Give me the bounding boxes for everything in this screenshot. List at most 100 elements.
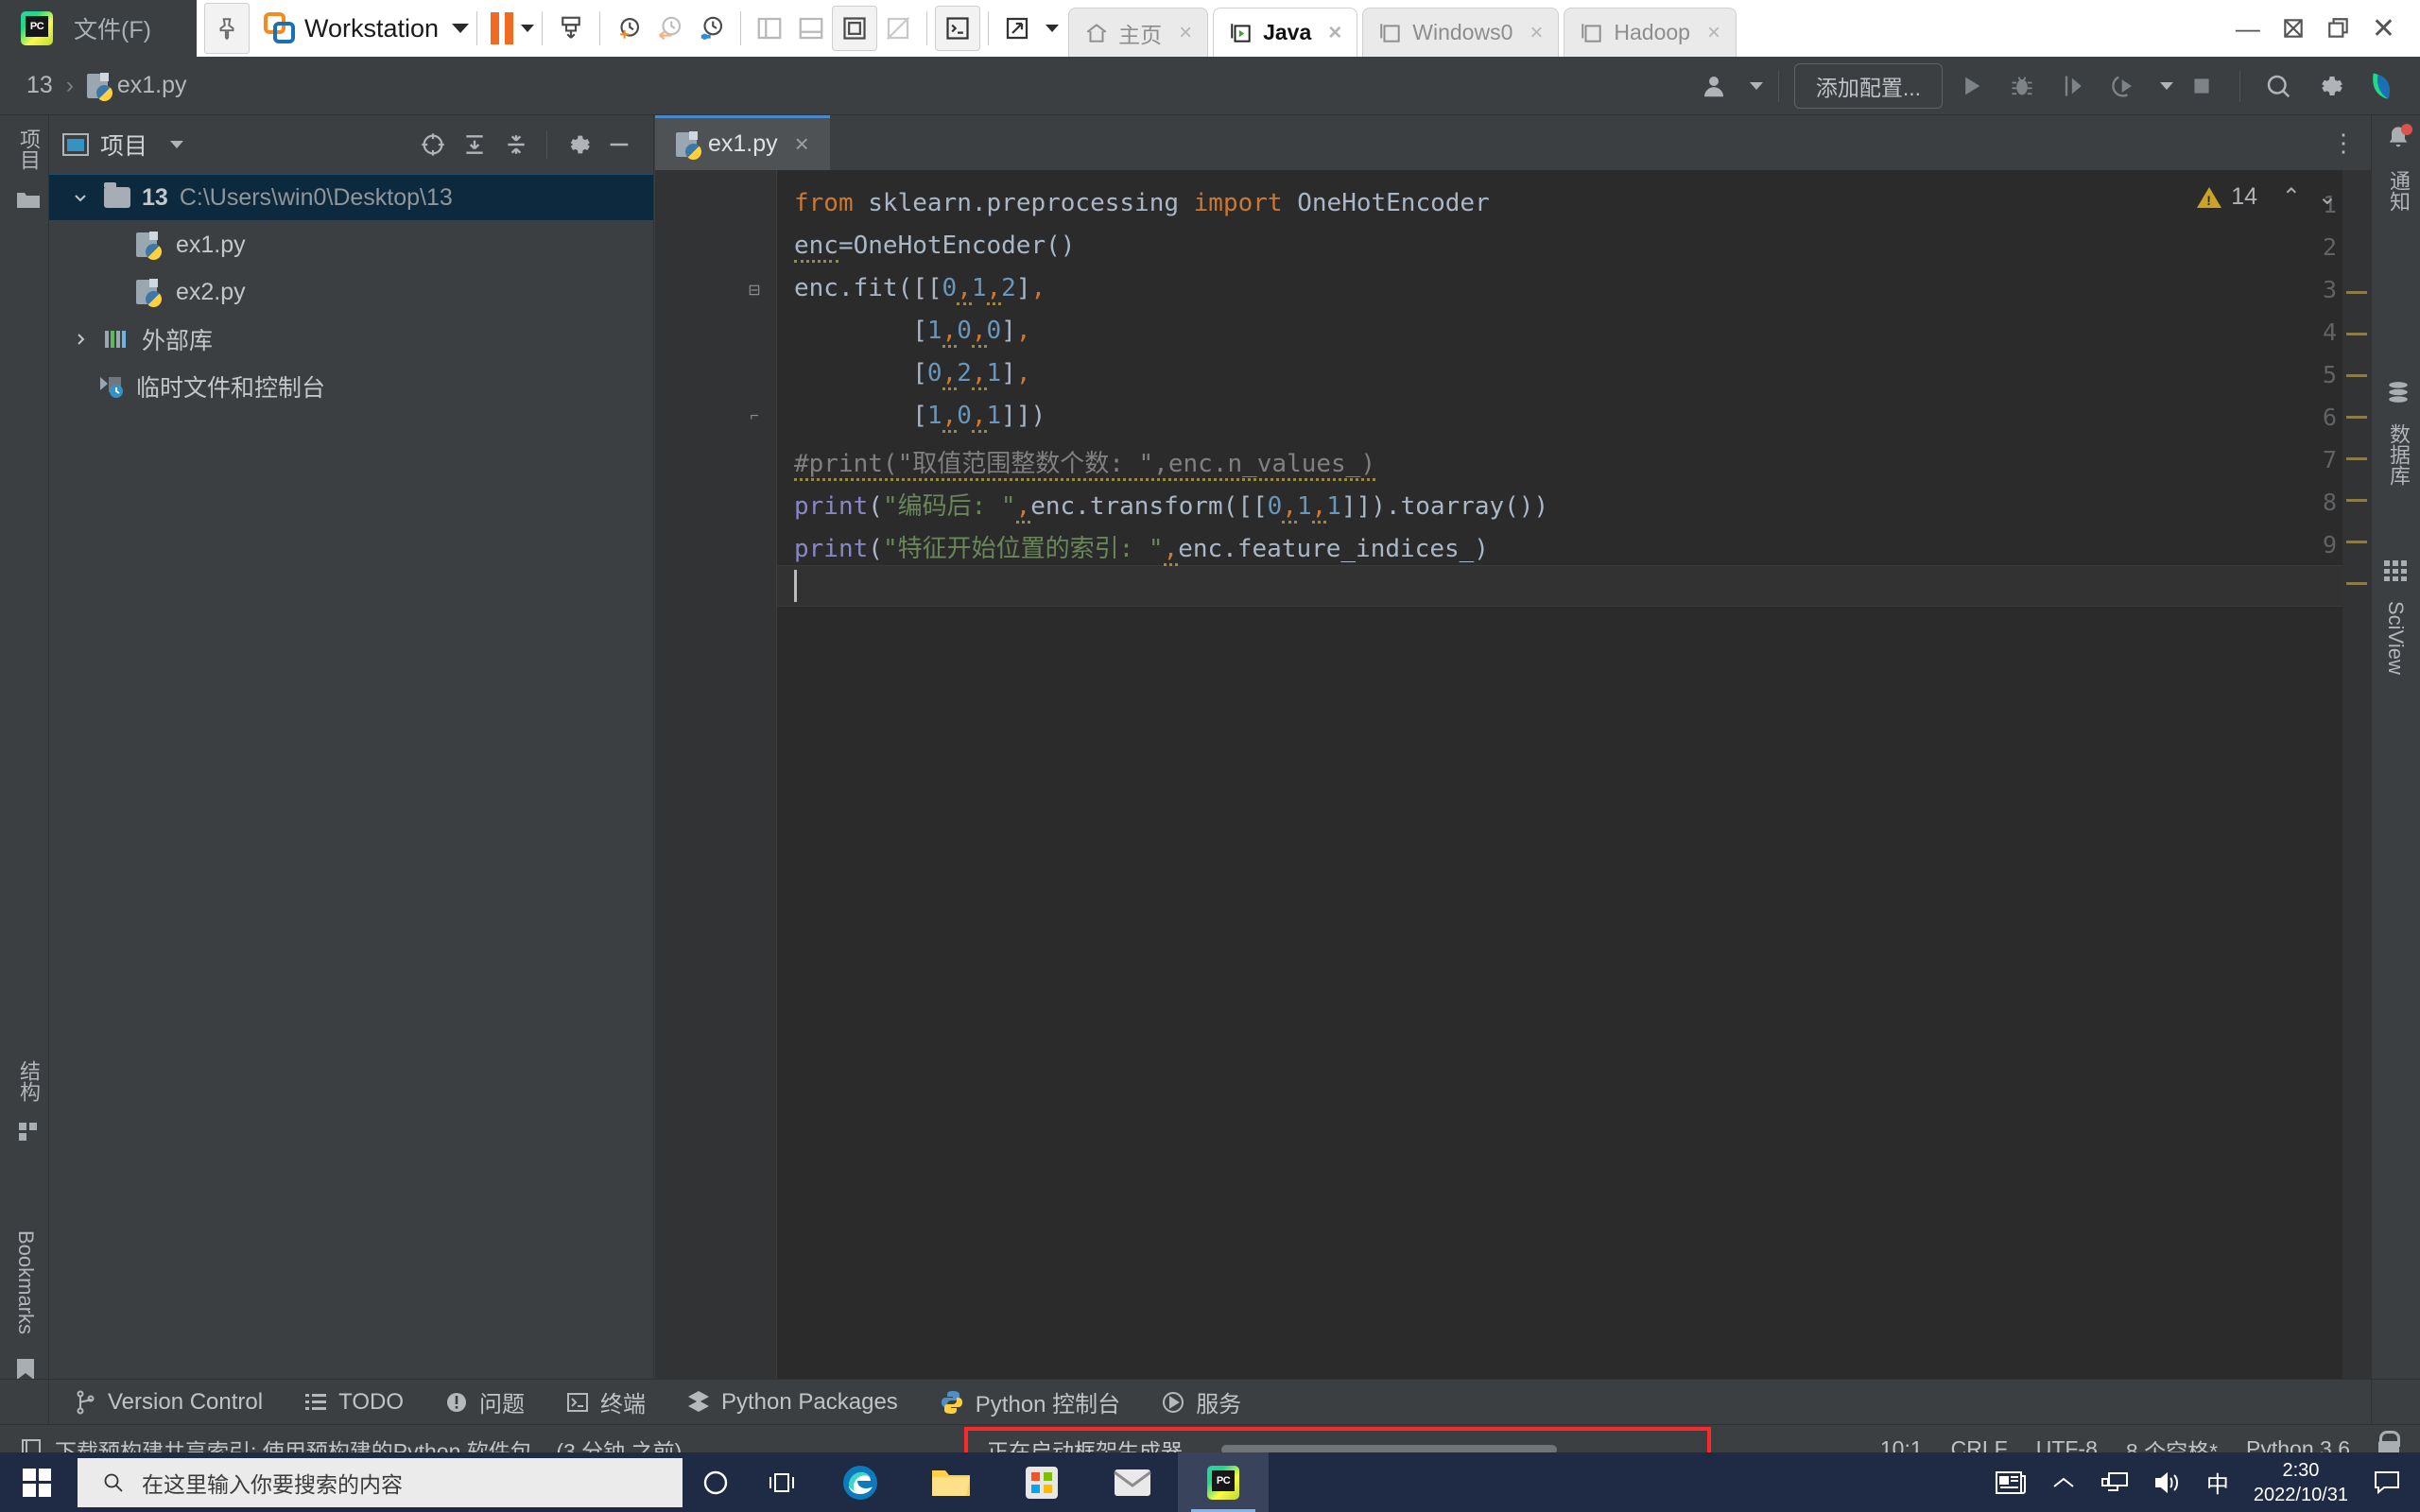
fullscreen-icon[interactable]: [832, 6, 878, 51]
chevron-down-icon[interactable]: [2160, 81, 2173, 90]
vm-tab-hadoop[interactable]: Hadoop ×: [1564, 8, 1737, 57]
hide-icon[interactable]: [598, 124, 640, 165]
divider: [599, 11, 601, 45]
sidebar-item-notifications[interactable]: 通知: [2383, 124, 2413, 212]
chevron-up-icon[interactable]: ⌃: [2282, 183, 2301, 211]
tree-node-ex1[interactable]: ex1.py: [49, 221, 653, 268]
close-icon[interactable]: ×: [1707, 20, 1720, 46]
stop-icon[interactable]: [2179, 63, 2224, 109]
chevron-down-icon[interactable]: [1749, 81, 1763, 90]
chevron-down-icon[interactable]: [68, 185, 93, 210]
sidebar-item-sciview[interactable]: SciView: [2383, 559, 2408, 675]
tool-window-services[interactable]: 服务: [1162, 1385, 1241, 1418]
pin-icon[interactable]: [204, 3, 250, 54]
vm-tab-windows0[interactable]: Windows0 ×: [1362, 8, 1560, 57]
taskbar-app-edge[interactable]: [815, 1452, 906, 1512]
taskbar-search[interactable]: 在这里输入你要搜索的内容: [78, 1457, 683, 1507]
file-menu[interactable]: 文件(F): [74, 11, 151, 45]
sidebar-item-structure[interactable]: 结构: [13, 1060, 43, 1143]
taskbar-app-microsoft-store[interactable]: [996, 1452, 1087, 1512]
ime-indicator[interactable]: 中: [2206, 1466, 2229, 1499]
tool-window-problems[interactable]: 问题: [445, 1385, 525, 1418]
taskbar-app-pycharm[interactable]: [1178, 1452, 1269, 1512]
chevron-down-icon[interactable]: [452, 24, 470, 33]
tool-window-python-console[interactable]: Python 控制台: [940, 1385, 1120, 1418]
close-icon[interactable]: ×: [1530, 20, 1543, 46]
vm-tab-home[interactable]: 主页 ×: [1068, 8, 1209, 57]
start-button[interactable]: [0, 1452, 74, 1512]
tree-node-project-root[interactable]: 13 C:\Users\win0\Desktop\13: [49, 174, 653, 221]
snapshot-take-icon[interactable]: [550, 8, 592, 49]
taskbar-app-mail[interactable]: [1087, 1452, 1178, 1512]
tree-node-scratches[interactable]: 临时文件和控制台: [49, 363, 653, 410]
tool-window-version-control[interactable]: Version Control: [76, 1389, 263, 1416]
editor-gutter[interactable]: [655, 170, 776, 1379]
gear-icon[interactable]: [2307, 63, 2352, 109]
code-text[interactable]: from sklearn.preprocessing import OneHot…: [776, 170, 2371, 1379]
chevron-down-icon[interactable]: [521, 25, 535, 32]
tree-node-ex2[interactable]: ex2.py: [49, 268, 653, 316]
inspection-warning-badge[interactable]: 14: [2197, 183, 2257, 211]
profile-icon[interactable]: [2101, 63, 2147, 109]
pause-icon[interactable]: [491, 12, 514, 44]
breadcrumb-project[interactable]: 13: [26, 72, 53, 99]
chevron-down-icon[interactable]: ⌄: [2318, 183, 2337, 211]
locate-icon[interactable]: [412, 124, 454, 165]
tool-window-todo[interactable]: TODO: [304, 1389, 404, 1416]
snapshot-revert-icon[interactable]: [649, 8, 691, 49]
action-center-icon[interactable]: [2373, 1469, 2401, 1496]
chevron-up-icon[interactable]: [2051, 1473, 2076, 1492]
tree-node-label: 外部库: [142, 328, 214, 354]
search-icon[interactable]: [2256, 63, 2301, 109]
user-icon[interactable]: [1691, 63, 1737, 109]
chevron-down-icon[interactable]: [170, 141, 184, 148]
unity-icon[interactable]: [877, 8, 919, 49]
debug-icon[interactable]: [1999, 63, 2045, 109]
vm-tab-java[interactable]: Java ×: [1213, 8, 1358, 57]
tree-node-external-libraries[interactable]: 外部库: [49, 316, 653, 363]
cortana-circle-icon[interactable]: [683, 1452, 749, 1512]
run-coverage-icon[interactable]: [2050, 63, 2096, 109]
sidebar-item-bookmarks[interactable]: Bookmarks: [13, 1230, 38, 1382]
close-button[interactable]: ✕: [2372, 12, 2395, 45]
task-view-icon[interactable]: [749, 1452, 815, 1512]
more-vertical-icon[interactable]: ⋮: [2331, 115, 2371, 170]
close-icon[interactable]: ×: [1179, 20, 1192, 46]
expand-all-icon[interactable]: [454, 124, 495, 165]
sidebar-item-label: 项目: [17, 129, 41, 170]
gear-icon[interactable]: [557, 124, 598, 165]
sidebar-item-project[interactable]: 项目: [13, 129, 43, 210]
news-weather-icon[interactable]: [1995, 1469, 2027, 1497]
panel-left-icon[interactable]: [749, 8, 790, 49]
editor-tab-ex1[interactable]: ex1.py ×: [655, 115, 830, 170]
breadcrumb-file[interactable]: ex1.py: [86, 72, 186, 101]
code-line-3: enc.fit([[0,1,2],: [794, 274, 1046, 305]
minimize-button[interactable]: —: [2236, 14, 2260, 43]
fold-end-icon[interactable]: ⌐: [746, 408, 763, 425]
chevron-down-icon[interactable]: [1046, 25, 1060, 32]
stretch-icon[interactable]: [996, 8, 1038, 49]
close-icon[interactable]: ×: [1328, 20, 1341, 46]
restore-button[interactable]: [2326, 16, 2351, 41]
sidebar-item-database[interactable]: 数据库: [2383, 380, 2413, 486]
add-configuration-button[interactable]: 添加配置...: [1793, 62, 1943, 109]
chevron-right-icon[interactable]: [68, 327, 93, 352]
snapshot-manage-icon[interactable]: [691, 8, 733, 49]
collapse-all-icon[interactable]: [495, 124, 537, 165]
snapshot-add-icon[interactable]: [608, 8, 649, 49]
taskbar-app-file-explorer[interactable]: [906, 1452, 996, 1512]
pycharm-ai-icon[interactable]: [2358, 63, 2403, 109]
panel-bottom-icon[interactable]: [790, 8, 832, 49]
console-icon[interactable]: [935, 6, 981, 51]
taskbar-clock[interactable]: 2:30 2022/10/31: [2254, 1458, 2348, 1507]
run-icon[interactable]: [1948, 63, 1994, 109]
maximize-button[interactable]: [2281, 16, 2306, 41]
close-icon[interactable]: ×: [795, 129, 809, 159]
fold-collapse-icon[interactable]: ⊟: [746, 282, 763, 299]
tool-window-terminal[interactable]: 终端: [566, 1385, 646, 1418]
code-editor[interactable]: 1 2 3 4 5 6 7 8 9 10 ⊟ ⌐ from sklearn.pr…: [655, 170, 2371, 1379]
volume-icon[interactable]: [2153, 1470, 2182, 1495]
network-icon[interactable]: [2100, 1470, 2129, 1495]
editor-marker-strip[interactable]: [2342, 170, 2371, 1379]
tool-window-python-packages[interactable]: Python Packages: [687, 1389, 898, 1416]
